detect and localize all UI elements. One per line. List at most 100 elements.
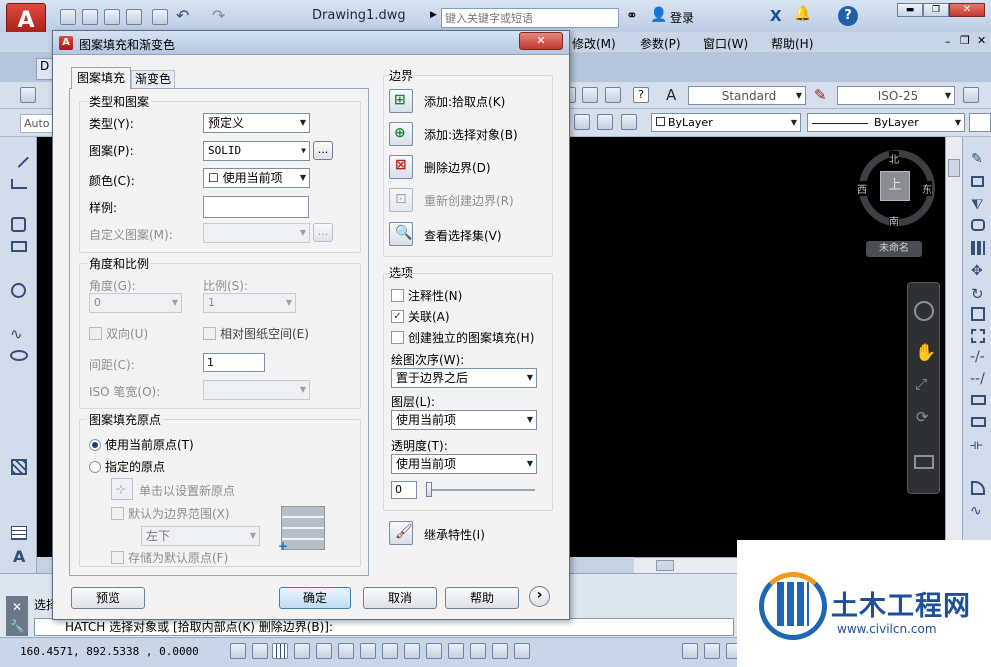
table-style-icon[interactable] (963, 87, 979, 103)
type-dropdown[interactable]: 预定义 (203, 113, 310, 133)
quick-access-save-icon[interactable] (104, 9, 120, 25)
showmotion-icon[interactable] (914, 455, 934, 469)
quick-access-saveas-icon[interactable] (126, 9, 142, 25)
double-checkbox-box[interactable] (89, 327, 102, 340)
dim-style-dropdown[interactable]: ISO-25 (837, 86, 955, 105)
custom-browse-button[interactable]: ... (313, 223, 333, 242)
store-origin-checkbox-box[interactable] (111, 551, 124, 564)
iso-width-dropdown[interactable] (203, 380, 310, 400)
lwt-icon[interactable] (448, 643, 464, 659)
infer-icon[interactable] (252, 643, 268, 659)
use-current-origin-radio-dot[interactable] (89, 438, 101, 451)
transparency-value-input[interactable]: 0 (391, 481, 417, 499)
dim-style-icon[interactable]: ✎ (814, 86, 827, 104)
3dosnap-icon[interactable] (360, 643, 376, 659)
remove-boundary-label[interactable]: 删除边界(D) (424, 159, 491, 176)
pan-icon[interactable]: ✋ (915, 343, 936, 363)
transparency-dropdown[interactable]: 使用当前项 (391, 454, 537, 474)
draw-table-icon[interactable] (11, 526, 27, 540)
dialog-title-bar[interactable]: A 图案填充和渐变色 ✕ (53, 31, 569, 55)
search-arrow-icon[interactable]: ▶ (430, 10, 437, 20)
help-q-icon[interactable]: ? (633, 87, 649, 103)
menu-parametric[interactable]: 参数(P) (640, 35, 681, 52)
draw-hatch-icon[interactable] (11, 459, 27, 475)
pattern-dropdown[interactable]: SOLID (203, 141, 310, 161)
associative-checkbox[interactable]: ✓ 关联(A) (391, 308, 450, 325)
scroll-thumb[interactable] (948, 159, 960, 177)
recreate-boundary-label[interactable]: 重新创建边界(R) (424, 192, 514, 209)
ok-button[interactable]: 确定 (279, 587, 351, 609)
quick-access-print-icon[interactable] (152, 9, 168, 25)
color-dropdown[interactable]: ByLayer (651, 113, 801, 132)
view-selection-button[interactable]: 🔍 (389, 222, 413, 246)
preview-button[interactable]: 预览 (71, 587, 145, 609)
help-icon[interactable]: ? (838, 6, 858, 26)
viewcube-top-face[interactable]: 上 (880, 171, 910, 201)
command-input[interactable]: HATCH 选择对象或 [拾取内部点(K) 删除边界(B)]: (34, 618, 734, 636)
calc-icon[interactable] (605, 87, 621, 103)
user-icon[interactable]: 👤 (650, 7, 667, 23)
relative-paper-checkbox[interactable]: 相对图纸空间(E) (203, 325, 309, 342)
layer-tool-icon-1[interactable] (574, 114, 590, 130)
tab-gradient[interactable]: 渐变色 (131, 70, 175, 89)
remove-boundary-button[interactable]: ⊠ (389, 155, 413, 179)
ucs-dropdown[interactable]: 未命名 (866, 241, 922, 257)
coordinates-readout[interactable]: 160.4571, 892.5338 , 0.0000 (20, 645, 199, 658)
binoculars-icon[interactable]: ⚭ (626, 8, 638, 24)
separate-hatches-checkbox[interactable]: 创建独立的图案填充(H) (391, 329, 534, 346)
erase-icon[interactable]: ✎ (971, 151, 983, 167)
model-icon[interactable] (682, 643, 698, 659)
draw-polygon-icon[interactable] (11, 217, 26, 232)
set-origin-button[interactable]: ⊹ (111, 478, 133, 500)
scale-dropdown[interactable]: 1 (203, 293, 296, 313)
mirror-icon[interactable]: ⧨ (971, 197, 984, 213)
more-options-button[interactable]: › (529, 586, 550, 607)
grid-mode-icon[interactable] (272, 643, 288, 659)
add-pick-button[interactable]: ⊞ (389, 89, 413, 113)
steering-wheel-icon[interactable] (914, 301, 934, 321)
break-icon[interactable] (971, 395, 986, 405)
swatch-preview[interactable] (203, 196, 309, 218)
cancel-button[interactable]: 取消 (363, 587, 437, 609)
trim-icon[interactable]: -/- (970, 349, 985, 365)
dialog-close-button[interactable]: ✕ (519, 32, 563, 50)
use-current-origin-radio[interactable]: 使用当前原点(T) (89, 436, 194, 453)
draw-line-icon[interactable] (9, 148, 29, 168)
draw-ellipse-icon[interactable] (10, 350, 28, 361)
sc-icon[interactable] (514, 643, 530, 659)
viewcube[interactable]: 北 南 东 西 上 (857, 150, 935, 228)
pattern-browse-button[interactable]: ... (313, 141, 333, 160)
relative-paper-checkbox-box[interactable] (203, 327, 216, 340)
osnap-icon[interactable] (338, 643, 354, 659)
qp-icon[interactable] (492, 643, 508, 659)
scale-icon[interactable] (971, 307, 985, 321)
inherit-properties-button[interactable]: 🖌 (389, 521, 413, 545)
custom-pattern-dropdown[interactable] (203, 223, 310, 243)
chamfer-icon[interactable]: ⟛ (970, 437, 983, 453)
annotative-checkbox-box[interactable] (391, 289, 404, 302)
bell-icon[interactable]: 🔔 (794, 6, 811, 22)
maximize-button[interactable]: ❐ (923, 3, 949, 17)
app-close-button[interactable]: ✕ (949, 3, 985, 17)
polar-icon[interactable] (316, 643, 332, 659)
default-extent-checkbox[interactable]: 默认为边界范围(X) (111, 505, 230, 522)
draw-rect-icon[interactable] (11, 241, 27, 252)
double-checkbox[interactable]: 双向(U) (89, 325, 148, 342)
add-select-label[interactable]: 添加:选择对象(B) (424, 126, 518, 143)
redo-icon[interactable]: ↷ (212, 6, 225, 25)
separate-hatches-checkbox-box[interactable] (391, 331, 404, 344)
array-icon[interactable] (971, 241, 985, 255)
origin-position-dropdown[interactable]: 左下 (141, 526, 260, 546)
quick-access-new-icon[interactable] (60, 9, 76, 25)
grid-icon[interactable] (582, 87, 598, 103)
orbit-icon[interactable]: ⟳ (916, 408, 929, 426)
canvas-scrollbar[interactable] (945, 137, 962, 557)
draw-spline-icon[interactable]: ∿ (10, 325, 23, 343)
doc-close-icon[interactable]: ✕ (977, 34, 986, 47)
draw-pline-icon[interactable] (11, 179, 27, 189)
menu-modify[interactable]: 修改(M) (572, 35, 616, 52)
specified-origin-radio[interactable]: 指定的原点 (89, 458, 165, 475)
quickview-icon[interactable] (704, 643, 720, 659)
annotative-checkbox[interactable]: 注释性(N) (391, 287, 462, 304)
undo-icon[interactable]: ↶ (176, 6, 189, 25)
